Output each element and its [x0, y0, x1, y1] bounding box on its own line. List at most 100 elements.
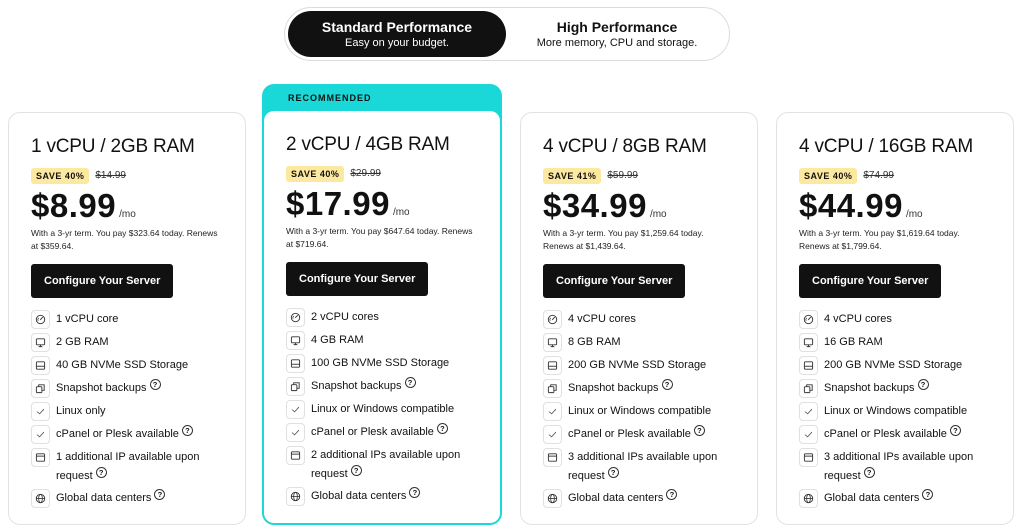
feature-item: 3 additional IPs available upon request?	[799, 448, 1001, 485]
feature-text-wrap: 200 GB NVMe SSD Storage	[824, 356, 962, 375]
feature-text: Global data centers	[311, 490, 407, 502]
feature-text: Linux or Windows compatible	[311, 403, 455, 415]
feature-item: 4 vCPU cores	[799, 310, 1001, 329]
globe-icon	[799, 489, 818, 508]
configure-server-button[interactable]: Configure Your Server	[543, 264, 686, 298]
window-icon	[543, 448, 562, 467]
plan-title: 4 vCPU / 8GB RAM	[543, 136, 707, 157]
feature-item: Linux only	[31, 402, 233, 421]
feature-text: 1 vCPU core	[56, 313, 119, 325]
feature-item: 4 GB RAM	[286, 331, 488, 350]
standard-performance-option[interactable]: Standard Performance Easy on your budget…	[288, 11, 506, 57]
gauge-icon	[286, 308, 305, 327]
feature-text-wrap: 200 GB NVMe SSD Storage	[568, 356, 706, 375]
original-price: $29.99	[350, 168, 381, 179]
feature-item: Snapshot backups?	[31, 379, 233, 398]
plan-card: 1 vCPU / 2GB RAM SAVE 40% $14.99 $8.99 /…	[8, 112, 246, 525]
help-icon[interactable]: ?	[350, 464, 362, 476]
original-price: $59.99	[607, 170, 638, 181]
help-icon[interactable]: ?	[666, 489, 678, 500]
feature-text-wrap: Snapshot backups?	[568, 379, 673, 398]
feature-list: 4 vCPU cores 8 GB RAM 200 GB NVMe SSD Stor…	[543, 310, 745, 508]
option-title: Standard Performance	[321, 19, 473, 35]
feature-text-wrap: 4 vCPU cores	[568, 310, 636, 329]
feature-text-wrap: Linux or Windows compatible	[311, 400, 454, 419]
check-icon	[799, 425, 818, 444]
feature-item: Global data centers?	[31, 489, 233, 508]
original-price: $74.99	[863, 170, 894, 181]
feature-text-wrap: Global data centers?	[56, 489, 166, 508]
feature-text: 200 GB NVMe SSD Storage	[568, 359, 707, 371]
help-icon[interactable]: ?	[149, 379, 161, 390]
configure-server-button[interactable]: Configure Your Server	[799, 264, 942, 298]
feature-text: Snapshot backups	[568, 382, 659, 394]
plan-title: 1 vCPU / 2GB RAM	[31, 136, 195, 157]
feature-list: 4 vCPU cores 16 GB RAM 200 GB NVMe SSD Sto…	[799, 310, 1001, 508]
feature-text-wrap: cPanel or Plesk available?	[56, 425, 193, 444]
feature-item: 4 vCPU cores	[543, 310, 745, 329]
feature-text: cPanel or Plesk available	[311, 426, 434, 438]
help-icon[interactable]: ?	[95, 466, 107, 478]
high-performance-option[interactable]: High Performance More memory, CPU and st…	[506, 11, 728, 57]
help-icon[interactable]: ?	[863, 466, 875, 478]
feature-text: 2 additional IPs available upon request	[311, 449, 461, 480]
feature-item: Linux or Windows compatible	[799, 402, 1001, 421]
feature-item: 1 vCPU core	[31, 310, 233, 329]
feature-text: Snapshot backups	[56, 382, 147, 394]
monitor-icon	[31, 333, 50, 352]
option-subtitle: More memory, CPU and storage.	[536, 37, 698, 49]
feature-text-wrap: 3 additional IPs available upon request?	[824, 448, 1001, 485]
feature-item: 16 GB RAM	[799, 333, 1001, 352]
help-icon[interactable]: ?	[181, 425, 193, 436]
help-icon[interactable]: ?	[154, 489, 166, 500]
term-details: With a 3-yr term. You pay $1,619.64 toda…	[799, 228, 960, 251]
feature-text-wrap: Snapshot backups?	[311, 377, 416, 396]
feature-text-wrap: 16 GB RAM	[824, 333, 883, 352]
feature-item: cPanel or Plesk available?	[31, 425, 233, 444]
feature-item: 2 GB RAM	[31, 333, 233, 352]
save-badge: SAVE 40%	[799, 167, 858, 184]
help-icon[interactable]: ?	[409, 487, 421, 498]
help-icon[interactable]: ?	[917, 379, 929, 390]
feature-item: 2 vCPU cores	[286, 308, 488, 327]
feature-text: Snapshot backups	[824, 382, 915, 394]
monitor-icon	[543, 333, 562, 352]
help-icon[interactable]: ?	[693, 425, 705, 436]
per-month-label: /mo	[649, 209, 667, 220]
feature-text: cPanel or Plesk available	[824, 428, 947, 440]
term-details: With a 3-yr term. You pay $323.64 today.…	[31, 228, 218, 251]
feature-text-wrap: 3 additional IPs available upon request?	[568, 448, 745, 485]
save-badge: SAVE 40%	[31, 167, 90, 184]
copy-icon	[799, 379, 818, 398]
feature-text: 3 additional IPs available upon request	[824, 451, 974, 482]
help-icon[interactable]: ?	[436, 423, 448, 434]
option-subtitle: Easy on your budget.	[345, 37, 449, 49]
feature-text: 2 vCPU cores	[311, 311, 379, 323]
feature-text: 2 GB RAM	[56, 336, 109, 348]
drive-icon	[286, 354, 305, 373]
feature-item: 100 GB NVMe SSD Storage	[286, 354, 488, 373]
original-price: $14.99	[95, 170, 126, 181]
help-icon[interactable]: ?	[949, 425, 961, 436]
check-icon	[31, 425, 50, 444]
plan-title: 2 vCPU / 4GB RAM	[286, 134, 450, 155]
help-icon[interactable]: ?	[404, 377, 416, 388]
feature-text-wrap: Global data centers?	[311, 487, 421, 506]
configure-server-button[interactable]: Configure Your Server	[31, 264, 174, 298]
help-icon[interactable]: ?	[661, 379, 673, 390]
plan-card: 4 vCPU / 8GB RAM SAVE 41% $59.99 $34.99 …	[520, 112, 758, 525]
feature-item: Global data centers?	[543, 489, 745, 508]
drive-icon	[543, 356, 562, 375]
check-icon	[286, 400, 305, 419]
feature-text-wrap: 2 GB RAM	[56, 333, 109, 352]
help-icon[interactable]: ?	[922, 489, 934, 500]
globe-icon	[543, 489, 562, 508]
feature-text: 4 GB RAM	[311, 334, 364, 346]
save-badge: SAVE 40%	[286, 165, 345, 182]
monthly-price: $44.99	[799, 187, 903, 224]
feature-text: cPanel or Plesk available	[568, 428, 691, 440]
help-icon[interactable]: ?	[607, 466, 619, 478]
configure-server-button[interactable]: Configure Your Server	[286, 262, 429, 296]
feature-item: 200 GB NVMe SSD Storage	[799, 356, 1001, 375]
feature-text-wrap: Linux or Windows compatible	[568, 402, 711, 421]
